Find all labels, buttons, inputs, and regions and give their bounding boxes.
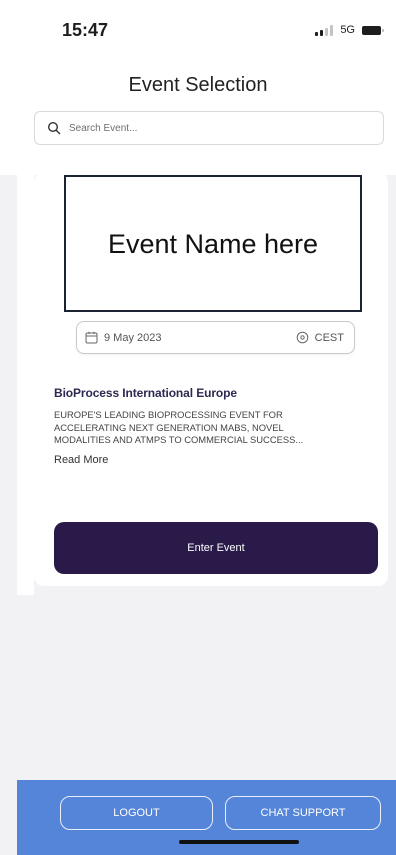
- event-card: Event Name here 9 May 2023 CEST BioProce…: [34, 172, 388, 586]
- logout-button[interactable]: LOGOUT: [60, 796, 213, 830]
- battery-icon: [362, 25, 384, 35]
- event-name-placeholder: Event Name here: [64, 175, 362, 312]
- event-description-line: MODALITIES AND ATMPS TO COMMERCIAL SUCCE…: [54, 434, 304, 445]
- search-input[interactable]: [69, 122, 383, 134]
- event-timezone-text: CEST: [314, 331, 344, 344]
- event-date-text: 9 May 2023: [104, 331, 162, 344]
- status-time: 15:47: [62, 20, 109, 40]
- search-icon: [47, 121, 61, 135]
- read-more-link[interactable]: Read More: [54, 454, 108, 466]
- event-date: 9 May 2023: [85, 331, 161, 344]
- event-timezone: CEST: [296, 331, 344, 344]
- chat-support-button[interactable]: CHAT SUPPORT: [225, 796, 381, 830]
- event-info-pill: 9 May 2023 CEST: [76, 321, 355, 354]
- search-bar[interactable]: [34, 111, 384, 145]
- status-indicators: 5G: [315, 24, 384, 36]
- page-title: Event Selection: [128, 74, 268, 96]
- bottom-action-bar: LOGOUT CHAT SUPPORT: [17, 780, 396, 855]
- event-name-text: Event Name here: [107, 228, 319, 259]
- event-title: BioProcess International Europe: [54, 386, 237, 400]
- event-description-line: ACCELERATING NEXT GENERATION MABS, NOVEL: [54, 421, 284, 433]
- network-type: 5G: [340, 24, 355, 36]
- calendar-icon: [85, 331, 98, 344]
- signal-bars-icon: [315, 24, 334, 36]
- app-screen: 15:47 5G Event Selection Event Name here: [0, 0, 396, 855]
- event-description: EUROPE'S LEADING BIOPROCESSING EVENT FOR…: [54, 409, 372, 447]
- event-description-line: EUROPE'S LEADING BIOPROCESSING EVENT FOR: [54, 409, 283, 420]
- left-edge-panel: [17, 175, 34, 595]
- home-indicator[interactable]: [179, 840, 299, 844]
- location-pin-icon: [296, 331, 308, 344]
- enter-event-button[interactable]: Enter Event: [54, 522, 378, 574]
